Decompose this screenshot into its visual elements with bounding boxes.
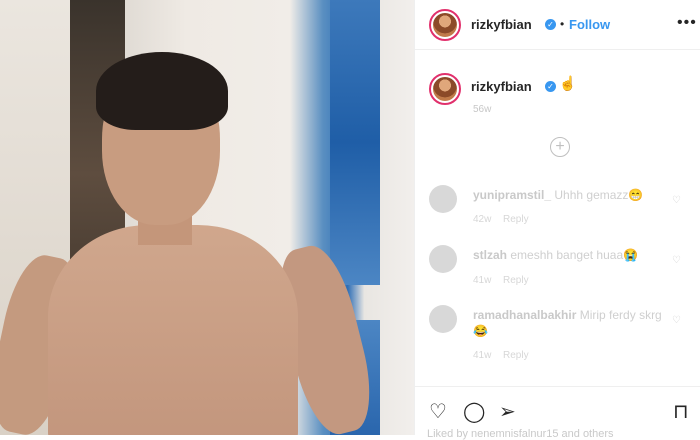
- photo-blue-panel: [330, 0, 380, 285]
- post-header: rizkyfbian ✓ • Follow •••: [415, 0, 700, 50]
- caption-timestamp: 56w: [473, 104, 492, 115]
- caption-avatar[interactable]: [429, 73, 461, 105]
- comment-like-icon[interactable]: ♡: [672, 255, 681, 266]
- liked-by-text[interactable]: Liked by nenemnisfalnur15 and others: [427, 428, 614, 440]
- commenter-username[interactable]: yunipramstil_: [473, 188, 551, 202]
- comment-icon[interactable]: ◯: [463, 399, 485, 424]
- author-username[interactable]: rizkyfbian: [471, 17, 532, 32]
- reply-button[interactable]: Reply: [503, 275, 529, 286]
- caption-emoji: ☝: [559, 75, 577, 91]
- comment-like-icon[interactable]: ♡: [672, 315, 681, 326]
- comment-like-icon[interactable]: ♡: [672, 195, 681, 206]
- commenter-avatar[interactable]: [429, 245, 457, 273]
- commenter-username[interactable]: stlzah: [473, 248, 507, 262]
- comment-time: 41w: [473, 275, 492, 286]
- commenter-avatar[interactable]: [429, 185, 457, 213]
- verified-badge-icon: ✓: [545, 81, 556, 92]
- more-options-icon[interactable]: •••: [677, 14, 697, 32]
- post-photo[interactable]: [0, 0, 414, 435]
- share-icon[interactable]: ➢: [499, 399, 516, 424]
- post-side-panel: rizkyfbian ✓ • Follow ••• rizkyfbian ✓ ☝…: [414, 0, 700, 440]
- follow-button[interactable]: Follow: [569, 17, 610, 32]
- reply-button[interactable]: Reply: [503, 214, 529, 225]
- comment-time: 42w: [473, 214, 492, 225]
- comment-body: yunipramstil_ Uhhh gemazz😁: [473, 187, 668, 203]
- photo-torso: [48, 225, 298, 435]
- load-more-icon[interactable]: +: [550, 137, 570, 157]
- bookmark-icon[interactable]: ⊓: [673, 399, 689, 424]
- verified-badge-icon: ✓: [545, 19, 556, 30]
- comment-text: Uhhh gemazz😁: [554, 188, 644, 202]
- heart-icon[interactable]: ♡: [429, 399, 447, 424]
- comment-text: emeshh banget huaa😭: [510, 248, 639, 262]
- photo-hair: [96, 52, 228, 130]
- commenter-username[interactable]: ramadhanalbakhir: [473, 308, 576, 322]
- header-separator: •: [560, 17, 565, 31]
- comment-body: ramadhanalbakhir Mirip ferdy skrg 😂: [473, 307, 668, 339]
- commenter-avatar[interactable]: [429, 305, 457, 333]
- caption-username[interactable]: rizkyfbian: [471, 79, 532, 94]
- author-avatar[interactable]: [429, 9, 461, 41]
- comment-time: 41w: [473, 350, 492, 361]
- comment-body: stlzah emeshh banget huaa😭: [473, 247, 668, 263]
- reply-button[interactable]: Reply: [503, 350, 529, 361]
